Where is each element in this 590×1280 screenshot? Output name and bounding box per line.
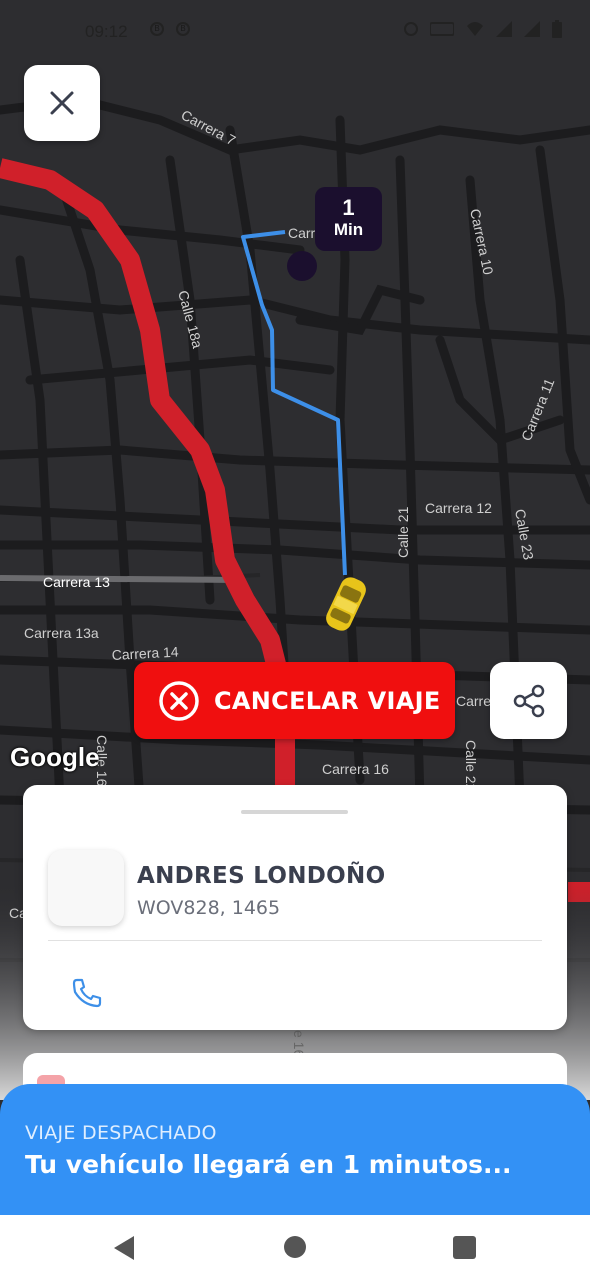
call-driver-button[interactable] bbox=[67, 973, 107, 1013]
phone-icon bbox=[72, 978, 102, 1008]
back-icon[interactable] bbox=[112, 1235, 136, 1261]
driver-card: ANDRES LONDOÑO WOV828, 1465 bbox=[23, 785, 567, 1030]
close-icon bbox=[50, 91, 74, 115]
street-label-carrera-13: Carrera 13 bbox=[43, 574, 110, 590]
b-circle-icon: B bbox=[150, 22, 164, 36]
cancel-trip-button[interactable]: CANCELAR VIAJE bbox=[134, 662, 455, 739]
cancel-circle-icon bbox=[159, 680, 199, 721]
street-label-carrera-16: Carrera 16 bbox=[322, 761, 389, 777]
status-time: 09:12 bbox=[85, 22, 128, 41]
street-label-carr: Carr bbox=[288, 225, 316, 241]
street-label-calle-21: Calle 21 bbox=[395, 506, 411, 558]
street-label-calle-22: Calle 22 bbox=[463, 740, 479, 792]
battery-icon bbox=[552, 20, 562, 38]
driver-avatar bbox=[48, 850, 124, 926]
drag-handle[interactable] bbox=[241, 810, 348, 814]
driver-name: ANDRES LONDOÑO bbox=[137, 863, 386, 889]
eta-value: 1 bbox=[342, 195, 355, 220]
wifi-icon bbox=[467, 22, 483, 36]
cancel-trip-label: CANCELAR VIAJE bbox=[214, 686, 441, 715]
home-icon[interactable] bbox=[284, 1236, 306, 1258]
street-label-carrera-13a: Carrera 13a bbox=[24, 625, 99, 641]
trip-status-panel: VIAJE DESPACHADO Tu vehículo llegará en … bbox=[0, 1084, 590, 1215]
street-label-carrera-12: Carrera 12 bbox=[425, 500, 492, 516]
google-logo: Google bbox=[10, 742, 100, 772]
b-circle-icon: B bbox=[176, 22, 190, 36]
close-button[interactable] bbox=[24, 65, 100, 141]
alarm-icon bbox=[404, 22, 418, 36]
eta-unit: Min bbox=[333, 220, 364, 239]
android-nav-bar bbox=[0, 1215, 590, 1280]
recents-icon[interactable] bbox=[453, 1236, 476, 1259]
share-button[interactable] bbox=[490, 662, 567, 739]
status-bar: 09:12 B B bbox=[0, 0, 590, 62]
divider bbox=[48, 940, 542, 941]
signal-icon bbox=[524, 21, 540, 37]
signal-icon bbox=[496, 21, 512, 37]
trip-status-title: VIAJE DESPACHADO bbox=[25, 1122, 217, 1144]
eta-badge: 1 Min bbox=[315, 187, 382, 251]
trip-status-message: Tu vehículo llegará en 1 minutos... bbox=[25, 1150, 512, 1179]
driver-plate: WOV828, 1465 bbox=[137, 897, 281, 919]
street-label-carre: Carre bbox=[456, 693, 491, 709]
volte-icon bbox=[430, 22, 454, 36]
share-icon bbox=[513, 684, 544, 717]
